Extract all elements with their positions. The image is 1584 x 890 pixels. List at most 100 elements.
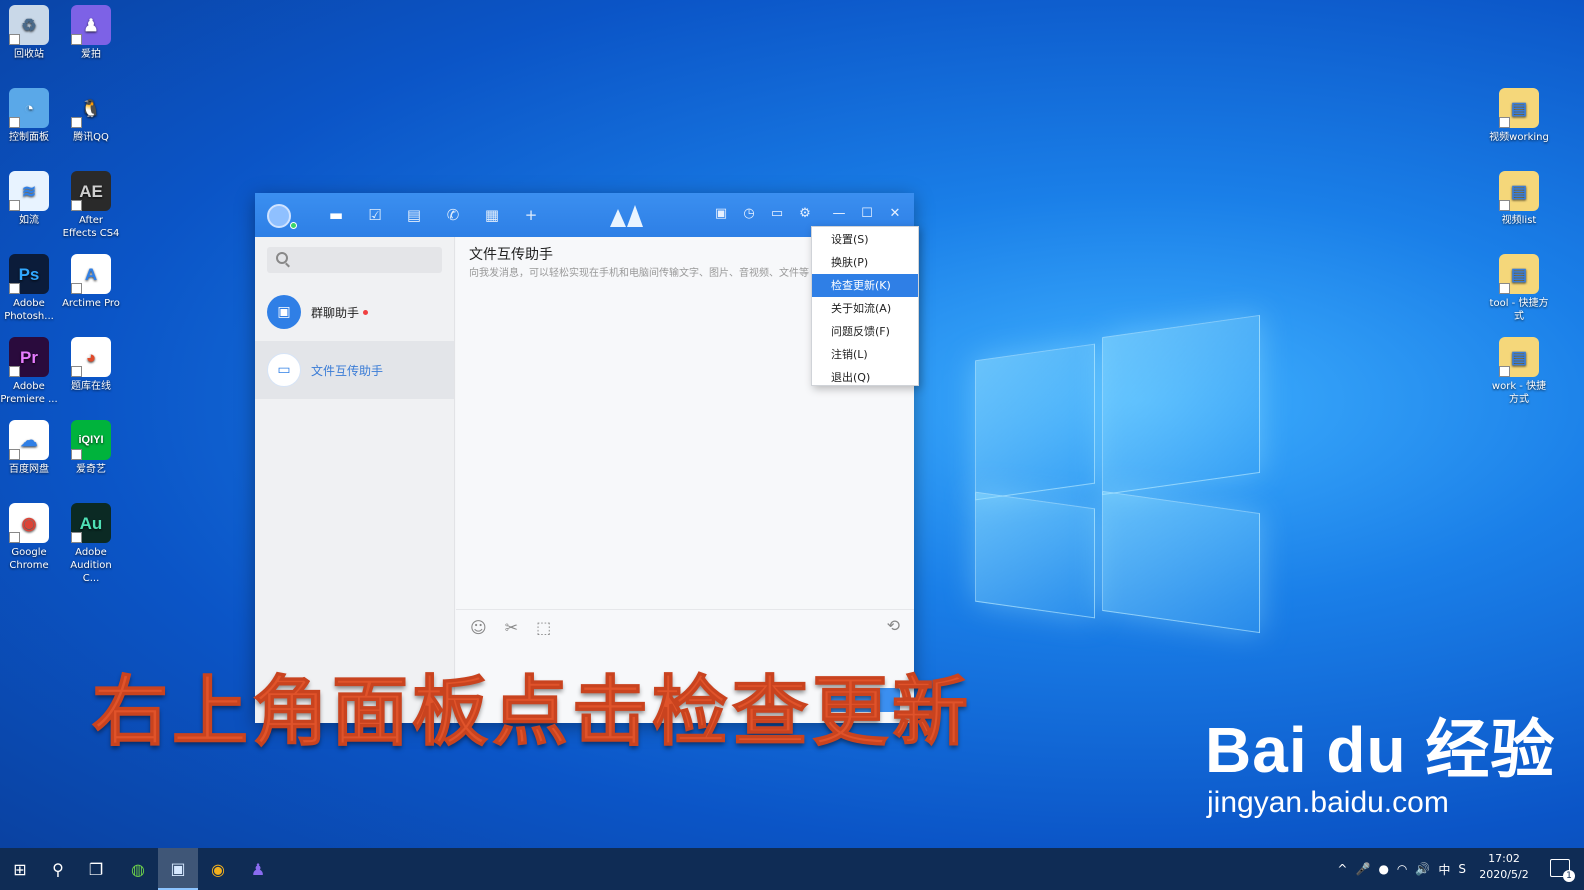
tree-decoration-icon (627, 205, 643, 227)
clock[interactable]: 17:02 2020/5/2 (1476, 851, 1532, 883)
chat-list-item[interactable]: ▭ 文件互传助手 (255, 341, 454, 399)
desktop-icon-label: 视频list (1501, 215, 1537, 226)
scissors-screenshot-icon[interactable]: ✂ (505, 618, 518, 637)
desktop-icon-label: work - 快捷方式 (1491, 381, 1547, 405)
watermark-logo-text: Bai du 经验 (1205, 714, 1556, 786)
screenshot-icon[interactable]: ▣ (712, 205, 730, 223)
menu-item[interactable]: 退出(Q) (812, 366, 918, 389)
menu-item[interactable]: 关于如流(A) (812, 297, 918, 320)
notification-count: 1 (1563, 870, 1575, 882)
maximize-button[interactable]: ☐ (858, 205, 876, 223)
upload-file-icon[interactable]: ⬚ (536, 618, 551, 637)
desktop-icon[interactable]: ◔ 控制面板 (0, 88, 59, 144)
app-icon: ♟ (71, 5, 111, 45)
watermark-url: jingyan.baidu.com (1207, 786, 1449, 819)
window-controls: ▣ ◷ ▭ ⚙ — ☐ ✕ (712, 205, 904, 223)
desktop-icon-label: Adobe Photosh... (4, 298, 54, 322)
start-button[interactable]: ⊞ (0, 848, 40, 890)
menu-item[interactable]: 检查更新(K) (812, 274, 918, 297)
tree-decoration-icon (610, 209, 626, 227)
wifi-icon[interactable]: ◠ (1397, 862, 1407, 876)
app-icon: ◉ (9, 503, 49, 543)
online-status-dot (290, 222, 297, 229)
user-avatar[interactable] (267, 204, 291, 228)
app-icon: ◕ (71, 337, 111, 377)
search-box[interactable] (267, 247, 442, 273)
app-green-taskbar-icon[interactable]: ◍ (118, 848, 158, 890)
desktop-icon[interactable]: ☁ 百度网盘 (0, 420, 59, 476)
aipai-taskbar-icon[interactable]: ♟ (238, 848, 278, 890)
desktop-icon-label: After Effects CS4 (62, 215, 120, 239)
menu-item[interactable]: 问题反馈(F) (812, 320, 918, 343)
sogou-icon[interactable]: S (1458, 862, 1466, 876)
desktop-icon[interactable]: ▤ 视频list (1489, 171, 1549, 227)
chat-title: 文件互传助手 (469, 247, 553, 263)
volume-icon[interactable]: 🔊 (1415, 862, 1430, 876)
desktop-icon[interactable]: ♻ 回收站 (0, 5, 59, 61)
desktop-icon-label: 如流 (19, 215, 39, 226)
chat-name: 群聊助手 (311, 304, 369, 321)
chat-name: 文件互传助手 (311, 363, 384, 378)
desktop-icon[interactable]: AE After Effects CS4 (61, 171, 121, 240)
desktop-icon-label: 题库在线 (71, 381, 111, 392)
apps-icon[interactable]: ▦ (481, 205, 503, 225)
calendar-icon[interactable]: ☑ (364, 205, 386, 225)
folder-icon: ▤ (1499, 337, 1539, 377)
tutorial-caption: 右上角面板点击检查更新 (92, 667, 972, 757)
composer-toolbar: ☺ ✂ ⬚ (470, 618, 551, 637)
desktop-icon[interactable]: ▤ tool - 快捷方式 (1489, 254, 1549, 323)
phone-icon[interactable]: ✆ (442, 205, 464, 225)
chat-subtitle: 向我发消息，可以轻松实现在手机和电脑间传输文字、图片、音视频、文件等。 (469, 268, 809, 279)
close-button[interactable]: ✕ (886, 205, 904, 223)
desktop-icon[interactable]: A Arctime Pro (61, 254, 121, 310)
microphone-icon[interactable]: 🎤 (1355, 862, 1370, 876)
notification-center-icon[interactable]: 1 (1550, 859, 1575, 882)
desktop-icon-label: 爱拍 (81, 49, 101, 60)
folder-icon[interactable]: ▭ (768, 205, 786, 223)
history-icon[interactable]: ⟲ (887, 616, 900, 635)
history-icon[interactable]: ◷ (740, 205, 758, 223)
chat-list: ▣ 群聊助手 ▭ 文件互传助手 (255, 283, 454, 399)
tray-expand-icon[interactable]: ^ (1337, 862, 1347, 876)
chat-icon[interactable]: ▬ (325, 205, 347, 225)
menu-item[interactable]: 换肤(P) (812, 251, 918, 274)
desktop-icon[interactable]: 🐧 腾讯QQ (61, 88, 121, 144)
ruliu-taskbar-icon[interactable]: ▣ (158, 848, 198, 890)
search-icon (276, 252, 288, 264)
settings-context-menu: 设置(S) 换肤(P) 检查更新(K) 关于如流(A) 问题反馈(F) 注销(L) 退出(Q… (811, 226, 919, 386)
emoji-icon[interactable]: ☺ (470, 618, 487, 637)
app-icon: ♻ (9, 5, 49, 45)
minimize-button[interactable]: — (830, 205, 848, 223)
app-icon: 🐧 (71, 88, 111, 128)
desktop-icon[interactable]: Pr Adobe Premiere ... (0, 337, 59, 406)
desktop-icon[interactable]: ≋ 如流 (0, 171, 59, 227)
desktop-icon-label: 爱奇艺 (76, 464, 106, 475)
group-assistant-icon: ▣ (267, 295, 301, 329)
desktop-icon[interactable]: Ps Adobe Photosh... (0, 254, 59, 323)
search-input[interactable] (267, 247, 442, 273)
settings-icon[interactable]: ⚙ (796, 205, 814, 223)
desktop-icon-label: Adobe Premiere ... (0, 381, 58, 405)
contacts-icon[interactable]: ▤ (403, 205, 425, 225)
chat-list-item[interactable]: ▣ 群聊助手 (255, 283, 454, 341)
menu-item[interactable]: 设置(S) (812, 228, 918, 251)
menu-item[interactable]: 注销(L) (812, 343, 918, 366)
desktop-icon[interactable]: ▤ work - 快捷方式 (1489, 337, 1549, 406)
desktop-icon[interactable]: ▤ 视频working (1489, 88, 1549, 144)
clock-date: 2020/5/2 (1479, 868, 1529, 881)
desktop-icon[interactable]: ◉ Google Chrome (0, 503, 59, 572)
desktop-icon[interactable]: ♟ 爱拍 (61, 5, 121, 61)
desktop-icon[interactable]: Au Adobe Audition C... (61, 503, 121, 585)
desktop-icon[interactable]: iQIYI 爱奇艺 (61, 420, 121, 476)
task-view-icon[interactable]: ❐ (76, 848, 116, 890)
tray-app-icon[interactable]: ● (1378, 862, 1388, 876)
taskbar: ⊞ ⚲ ❐ ◍ ▣ ◉ ♟ ^ 🎤 ● ◠ 🔊 中 S 17:02 2020/5/2 1 (0, 848, 1584, 890)
plus-icon[interactable]: + (520, 205, 542, 225)
baidu-jingyan-watermark: Bai du 经验 jingyan.baidu.com (1205, 715, 1555, 821)
desktop-icon[interactable]: ◕ 题库在线 (61, 337, 121, 393)
clock-time: 17:02 (1488, 852, 1520, 865)
ime-icon[interactable]: 中 (1438, 861, 1450, 878)
chrome-taskbar-icon[interactable]: ◉ (198, 848, 238, 890)
search-icon[interactable]: ⚲ (38, 848, 78, 890)
nav-toolbar: ▬ ☑ ▤ ✆ ▦ + (325, 205, 542, 225)
